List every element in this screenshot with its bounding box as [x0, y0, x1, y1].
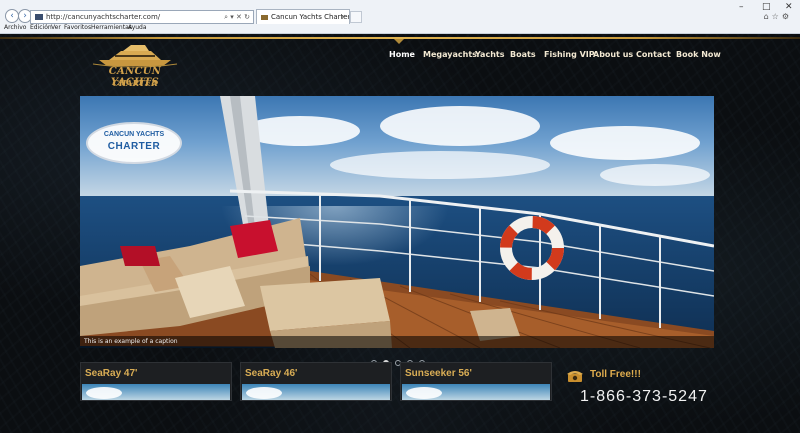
yacht-card-title: Sunseeker 56' — [405, 368, 472, 379]
maximize-button[interactable]: □ — [762, 2, 771, 12]
hero-slider[interactable]: CANCUN YACHTS CHARTER This is an example… — [80, 96, 714, 348]
tab-favicon-icon — [261, 14, 268, 20]
yacht-card[interactable]: Sunseeker 56' — [400, 362, 552, 401]
tab-title: Cancun Yachts Charter, Vac... — [271, 13, 350, 21]
nav-yachts[interactable]: Yachts — [475, 50, 504, 59]
nav-contact[interactable]: Contact — [636, 50, 671, 59]
address-url: http://cancunyachtscharter.com/ — [46, 13, 161, 21]
toll-free-label: Toll Free!!! — [590, 369, 641, 380]
card-logo-badge — [86, 387, 122, 399]
browser-tab[interactable]: Cancun Yachts Charter, Vac... × — [256, 9, 350, 24]
menu-bar: Archivo Edición Ver Favoritos Herramient… — [0, 23, 800, 33]
card-logo-badge — [406, 387, 442, 399]
telephone-icon — [567, 371, 583, 382]
menu-edicion[interactable]: Edición — [30, 24, 52, 31]
hero-brand-badge: CANCUN YACHTS CHARTER — [88, 124, 180, 162]
hero-badge-line2: CHARTER — [107, 141, 161, 152]
menu-ver[interactable]: Ver — [51, 24, 61, 31]
yacht-card[interactable]: SeaRay 46' — [240, 362, 392, 401]
yacht-card-title: SeaRay 47' — [85, 368, 138, 379]
nav-megayachts[interactable]: Megayachts — [423, 50, 477, 59]
back-button[interactable]: ‹ — [5, 9, 19, 23]
address-bar[interactable]: http://cancunyachtscharter.com/ ⌕ ▾ ✕ ↻ — [30, 10, 254, 24]
menu-ayuda[interactable]: Ayuda — [128, 24, 147, 31]
browser-chrome: ‹ › http://cancunyachtscharter.com/ ⌕ ▾ … — [0, 0, 800, 34]
card-logo-badge — [246, 387, 282, 399]
site-logo[interactable]: CANCUN YACHTS CHARTER — [85, 42, 185, 94]
nav-fishing-vip[interactable]: Fishing VIP — [544, 50, 595, 59]
yacht-logo-icon — [92, 45, 178, 68]
nav-boats[interactable]: Boats — [510, 50, 536, 59]
hero-badge-line1: CANCUN YACHTS — [103, 131, 165, 138]
site-favicon-icon — [35, 14, 43, 20]
nav-home[interactable]: Home — [389, 50, 415, 59]
menu-herramientas[interactable]: Herramientas — [91, 24, 132, 31]
yacht-card-image — [82, 384, 230, 400]
website: CANCUN YACHTS CHARTER Home Megayachts Ya… — [0, 34, 800, 433]
menu-favoritos[interactable]: Favoritos — [64, 24, 91, 31]
nav-about-us[interactable]: About us — [593, 50, 633, 59]
yacht-card-title: SeaRay 46' — [245, 368, 298, 379]
yacht-card-image — [402, 384, 550, 400]
menu-archivo[interactable]: Archivo — [4, 24, 26, 31]
close-window-button[interactable]: ✕ — [785, 2, 793, 12]
logo-text-line2: CHARTER — [112, 78, 158, 88]
minimize-button[interactable]: – — [739, 2, 744, 12]
new-tab-button[interactable] — [350, 11, 362, 23]
yacht-card[interactable]: SeaRay 47' — [80, 362, 232, 401]
home-star-gear-icons[interactable]: ⌂☆⚙ — [764, 12, 792, 21]
yacht-card-image — [242, 384, 390, 400]
active-nav-indicator-icon — [394, 39, 404, 44]
nav-book-now[interactable]: Book Now — [676, 50, 721, 59]
tab-close-icon[interactable]: × — [340, 10, 346, 24]
phone-number[interactable]: 1-866-373-5247 — [580, 388, 708, 406]
search-refresh-icons[interactable]: ⌕ ▾ ✕ ↻ — [224, 11, 250, 23]
hero-caption: This is an example of a caption — [80, 336, 714, 348]
